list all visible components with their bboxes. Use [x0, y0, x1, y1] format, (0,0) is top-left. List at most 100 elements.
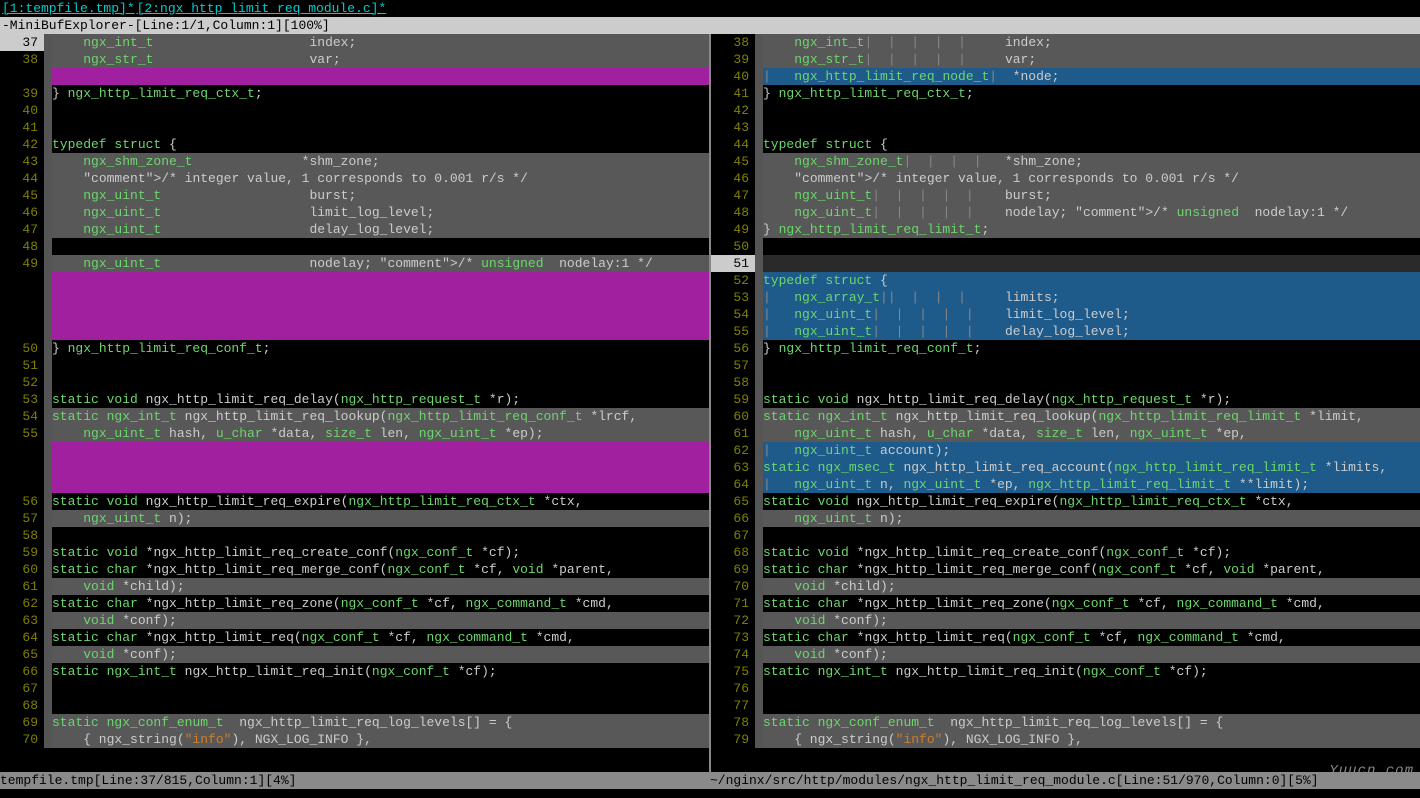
code-line[interactable]: 69static ngx_conf_enum_t ngx_http_limit_…	[0, 714, 709, 731]
fold-column[interactable]	[44, 85, 52, 102]
buffer-tabs[interactable]: [1:tempfile.tmp]*[2:ngx_http_limit_req_m…	[0, 0, 1420, 17]
fold-column[interactable]	[44, 238, 52, 255]
fold-column[interactable]	[44, 102, 52, 119]
code-text[interactable]: } ngx_http_limit_req_conf_t;	[763, 340, 1420, 357]
code-text[interactable]	[52, 459, 709, 476]
code-text[interactable]: { ngx_string("info"), NGX_LOG_INFO },	[52, 731, 709, 748]
fold-column[interactable]	[755, 323, 763, 340]
code-line[interactable]: 56static void ngx_http_limit_req_expire(…	[0, 493, 709, 510]
code-line[interactable]: 49} ngx_http_limit_req_limit_t;	[711, 221, 1420, 238]
code-line[interactable]: 43	[711, 119, 1420, 136]
code-line[interactable]: 60static char *ngx_http_limit_req_merge_…	[0, 561, 709, 578]
fold-column[interactable]	[44, 544, 52, 561]
code-line[interactable]: 72 void *conf);	[711, 612, 1420, 629]
tab-2[interactable]: [2:ngx_http_limit_req_module.c]*	[137, 1, 387, 16]
code-line[interactable]: 54| ngx_uint_t| | | | | limit_log_level;	[711, 306, 1420, 323]
code-line[interactable]: 59static void ngx_http_limit_req_delay(n…	[711, 391, 1420, 408]
fold-column[interactable]	[755, 510, 763, 527]
code-line[interactable]: 78static ngx_conf_enum_t ngx_http_limit_…	[711, 714, 1420, 731]
code-line[interactable]: 70 { ngx_string("info"), NGX_LOG_INFO },	[0, 731, 709, 748]
code-line[interactable]: 74 void *conf);	[711, 646, 1420, 663]
fold-column[interactable]	[755, 680, 763, 697]
code-line[interactable]: 47 ngx_uint_t delay_log_level;	[0, 221, 709, 238]
code-text[interactable]: ngx_uint_t| | | | | nodelay; "comment">/…	[763, 204, 1420, 221]
code-line[interactable]: 54static ngx_int_t ngx_http_limit_req_lo…	[0, 408, 709, 425]
code-line[interactable]: 53| ngx_array_t|| | | | limits;	[711, 289, 1420, 306]
fold-column[interactable]	[755, 306, 763, 323]
fold-column[interactable]	[755, 187, 763, 204]
code-line[interactable]: 57	[711, 357, 1420, 374]
fold-column[interactable]	[44, 561, 52, 578]
fold-column[interactable]	[755, 153, 763, 170]
fold-column[interactable]	[44, 510, 52, 527]
code-text[interactable]: static ngx_int_t ngx_http_limit_req_init…	[52, 663, 709, 680]
fold-column[interactable]	[44, 323, 52, 340]
code-text[interactable]: static char *ngx_http_limit_req_zone(ngx…	[52, 595, 709, 612]
code-line[interactable]	[0, 68, 709, 85]
fold-column[interactable]	[755, 595, 763, 612]
code-text[interactable]: void *conf);	[763, 612, 1420, 629]
fold-column[interactable]	[44, 34, 52, 51]
fold-column[interactable]	[44, 272, 52, 289]
code-line[interactable]	[0, 306, 709, 323]
code-text[interactable]: ngx_shm_zone_t| | | | *shm_zone;	[763, 153, 1420, 170]
fold-column[interactable]	[755, 204, 763, 221]
code-line[interactable]: 56} ngx_http_limit_req_conf_t;	[711, 340, 1420, 357]
code-line[interactable]: 60static ngx_int_t ngx_http_limit_req_lo…	[711, 408, 1420, 425]
code-text[interactable]: void *conf);	[763, 646, 1420, 663]
fold-column[interactable]	[44, 340, 52, 357]
fold-column[interactable]	[755, 646, 763, 663]
fold-column[interactable]	[755, 442, 763, 459]
code-text[interactable]: | ngx_http_limit_req_node_t| *node;	[763, 68, 1420, 85]
fold-column[interactable]	[44, 357, 52, 374]
code-text[interactable]: static ngx_conf_enum_t ngx_http_limit_re…	[52, 714, 709, 731]
fold-column[interactable]	[755, 493, 763, 510]
fold-column[interactable]	[44, 153, 52, 170]
code-line[interactable]: 73static char *ngx_http_limit_req(ngx_co…	[711, 629, 1420, 646]
right-pane[interactable]: 38 ngx_int_t| | | | | index;39 ngx_str_t…	[711, 34, 1420, 772]
code-line[interactable]: 51	[0, 357, 709, 374]
fold-column[interactable]	[44, 51, 52, 68]
code-line[interactable]	[0, 442, 709, 459]
code-line[interactable]: 51	[711, 255, 1420, 272]
fold-column[interactable]	[755, 714, 763, 731]
code-text[interactable]: | ngx_array_t|| | | | limits;	[763, 289, 1420, 306]
code-text[interactable]	[763, 357, 1420, 374]
code-text[interactable]: { ngx_string("info"), NGX_LOG_INFO },	[763, 731, 1420, 748]
code-text[interactable]: static char *ngx_http_limit_req_merge_co…	[52, 561, 709, 578]
code-text[interactable]: static char *ngx_http_limit_req(ngx_conf…	[763, 629, 1420, 646]
code-text[interactable]: ngx_uint_t n);	[52, 510, 709, 527]
fold-column[interactable]	[755, 255, 763, 272]
code-text[interactable]: ngx_uint_t delay_log_level;	[52, 221, 709, 238]
code-line[interactable]	[0, 289, 709, 306]
fold-column[interactable]	[755, 170, 763, 187]
code-line[interactable]: 41	[0, 119, 709, 136]
fold-column[interactable]	[755, 374, 763, 391]
code-text[interactable]: void *child);	[52, 578, 709, 595]
code-text[interactable]: ngx_uint_t n);	[763, 510, 1420, 527]
code-line[interactable]: 65static void ngx_http_limit_req_expire(…	[711, 493, 1420, 510]
code-line[interactable]: 62static char *ngx_http_limit_req_zone(n…	[0, 595, 709, 612]
code-text[interactable]: void *child);	[763, 578, 1420, 595]
fold-column[interactable]	[755, 731, 763, 748]
code-text[interactable]	[763, 680, 1420, 697]
code-text[interactable]	[52, 323, 709, 340]
code-text[interactable]: ngx_str_t var;	[52, 51, 709, 68]
fold-column[interactable]	[44, 68, 52, 85]
code-text[interactable]	[763, 238, 1420, 255]
code-text[interactable]: ngx_uint_t| | | | | burst;	[763, 187, 1420, 204]
code-text[interactable]	[52, 680, 709, 697]
code-line[interactable]: 48	[0, 238, 709, 255]
fold-column[interactable]	[755, 629, 763, 646]
code-line[interactable]: 71static char *ngx_http_limit_req_zone(n…	[711, 595, 1420, 612]
fold-column[interactable]	[44, 408, 52, 425]
code-text[interactable]: } ngx_http_limit_req_ctx_t;	[763, 85, 1420, 102]
fold-column[interactable]	[44, 595, 52, 612]
fold-column[interactable]	[44, 442, 52, 459]
code-line[interactable]: 64| ngx_uint_t n, ngx_uint_t *ep, ngx_ht…	[711, 476, 1420, 493]
fold-column[interactable]	[755, 68, 763, 85]
code-line[interactable]: 50} ngx_http_limit_req_conf_t;	[0, 340, 709, 357]
code-text[interactable]: | ngx_uint_t| | | | | limit_log_level;	[763, 306, 1420, 323]
code-line[interactable]: 63static ngx_msec_t ngx_http_limit_req_a…	[711, 459, 1420, 476]
code-text[interactable]	[763, 374, 1420, 391]
